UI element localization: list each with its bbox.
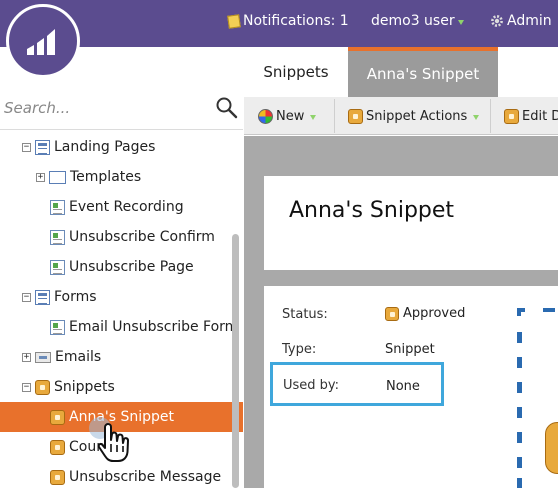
status-text: Approved — [403, 306, 466, 321]
status-label: Status: — [282, 307, 328, 322]
collapse-toggle-icon[interactable]: − — [22, 142, 31, 152]
user-menu-chevron-icon — [457, 19, 464, 25]
tree-item-label: Templates — [70, 169, 142, 185]
new-colors-icon — [258, 108, 273, 124]
toolbar-divider — [334, 99, 335, 133]
preview-edge-dash — [517, 478, 522, 488]
gear-icon — [491, 15, 503, 27]
tab-annas-snippet[interactable]: Anna's Snippet — [348, 47, 498, 97]
tree-item-label: Unsubscribe Message — [69, 469, 222, 485]
tree-item-label: Email Unsubscribe Form — [69, 319, 239, 335]
marketo-logo[interactable] — [6, 4, 80, 78]
admin-label: Admin — [507, 13, 552, 29]
new-button[interactable]: New — [258, 97, 317, 135]
tree-item-label: Forms — [54, 289, 97, 305]
preview-edge-dash — [517, 357, 522, 368]
used-by-label: Used by: — [283, 378, 340, 393]
templates-folder-icon — [49, 170, 66, 184]
tree-item-landing-pages[interactable]: − Landing Pages — [22, 132, 155, 162]
emails-icon — [35, 351, 51, 363]
snippet-actions-icon — [348, 108, 363, 124]
collapse-toggle-icon[interactable]: − — [22, 382, 31, 392]
tree-item-email-unsubscribe-form[interactable]: Email Unsubscribe Form — [50, 312, 238, 342]
snippet-actions-button[interactable]: Snippet Actions — [348, 97, 480, 135]
tree-item-label: Landing Pages — [54, 139, 156, 155]
hand-pointer-cursor-icon — [89, 417, 129, 462]
tree-item-unsubscribe-confirm[interactable]: Unsubscribe Confirm — [50, 222, 215, 252]
tree-item-forms[interactable]: − Forms — [22, 282, 97, 312]
search-icon[interactable] — [215, 96, 239, 120]
content-area: Anna's Snippet Status: Approved Type: Sn… — [244, 136, 558, 488]
snippet-preview-badge — [545, 422, 558, 474]
approved-icon — [385, 306, 399, 321]
tree-scrollbar[interactable] — [232, 234, 239, 488]
new-dropdown-chevron-icon — [310, 114, 317, 120]
tree-item-label: Unsubscribe Confirm — [69, 229, 215, 245]
tab-snippets[interactable]: Snippets — [244, 47, 348, 97]
edit-draft-icon — [504, 108, 519, 124]
notifications-label: Notifications: 1 — [243, 13, 349, 29]
notification-note-icon — [227, 13, 241, 29]
toolbar-divider — [490, 99, 491, 133]
snippets-icon — [35, 379, 50, 395]
preview-edge-dash — [517, 432, 522, 443]
edit-draft-button[interactable]: Edit D — [504, 97, 558, 135]
landing-page-icon — [50, 229, 65, 245]
edit-draft-label: Edit D — [522, 108, 558, 124]
landing-pages-icon — [35, 139, 50, 155]
preview-edge-dash — [517, 332, 522, 343]
preview-edge-dash — [517, 382, 522, 393]
page-title: Anna's Snippet — [289, 198, 455, 223]
user-name: demo3 user — [371, 13, 455, 29]
snippet-icon — [50, 469, 65, 485]
expand-toggle-icon[interactable]: + — [22, 352, 31, 362]
tree-item-templates[interactable]: + Templates — [36, 162, 141, 192]
type-value: Snippet — [385, 342, 435, 357]
user-menu[interactable]: demo3 user — [371, 10, 464, 32]
used-by-value: None — [386, 379, 420, 394]
snippet-icon — [50, 409, 65, 425]
tree-item-emails[interactable]: + Emails — [22, 342, 101, 372]
search-input[interactable] — [4, 96, 204, 120]
new-label: New — [276, 108, 305, 124]
form-icon — [50, 319, 65, 335]
title-panel: Anna's Snippet — [264, 176, 558, 270]
snippet-actions-label: Snippet Actions — [366, 108, 468, 124]
admin-link[interactable]: Admin — [490, 10, 552, 32]
snippet-actions-chevron-icon — [473, 114, 480, 120]
landing-page-icon — [50, 259, 65, 275]
toolbar: New Snippet Actions Edit D — [244, 97, 558, 135]
notifications-link[interactable]: Notifications: 1 — [227, 10, 349, 32]
logo-bars-icon — [27, 29, 55, 55]
tree-item-label: Event Recording — [69, 199, 184, 215]
snippet-info-panel: Status: Approved Type: Snippet Used by: … — [264, 286, 558, 488]
expand-toggle-icon[interactable]: + — [36, 172, 45, 182]
preview-top-dash — [543, 308, 555, 312]
tree-item-snippets[interactable]: − Snippets — [22, 372, 115, 402]
type-label: Type: — [282, 342, 317, 357]
snippet-icon — [50, 439, 65, 455]
landing-page-icon — [50, 199, 65, 215]
status-value: Approved — [385, 306, 465, 321]
preview-edge-dash — [517, 457, 522, 468]
collapse-toggle-icon[interactable]: − — [22, 292, 31, 302]
forms-icon — [35, 289, 50, 305]
tree-item-label: Unsubscribe Page — [69, 259, 194, 275]
preview-edge-dash — [517, 407, 522, 418]
preview-corner-marker — [517, 308, 525, 316]
top-bar: Notifications: 1 demo3 user Admin — [0, 0, 558, 47]
tree-item-label: Snippets — [54, 379, 115, 395]
tab-bar: Snippets Anna's Snippet — [244, 47, 558, 97]
tree-item-event-recording[interactable]: Event Recording — [50, 192, 184, 222]
tree-item-label: Emails — [55, 349, 102, 365]
tree-search — [0, 86, 243, 130]
tree-item-unsubscribe-page[interactable]: Unsubscribe Page — [50, 252, 194, 282]
